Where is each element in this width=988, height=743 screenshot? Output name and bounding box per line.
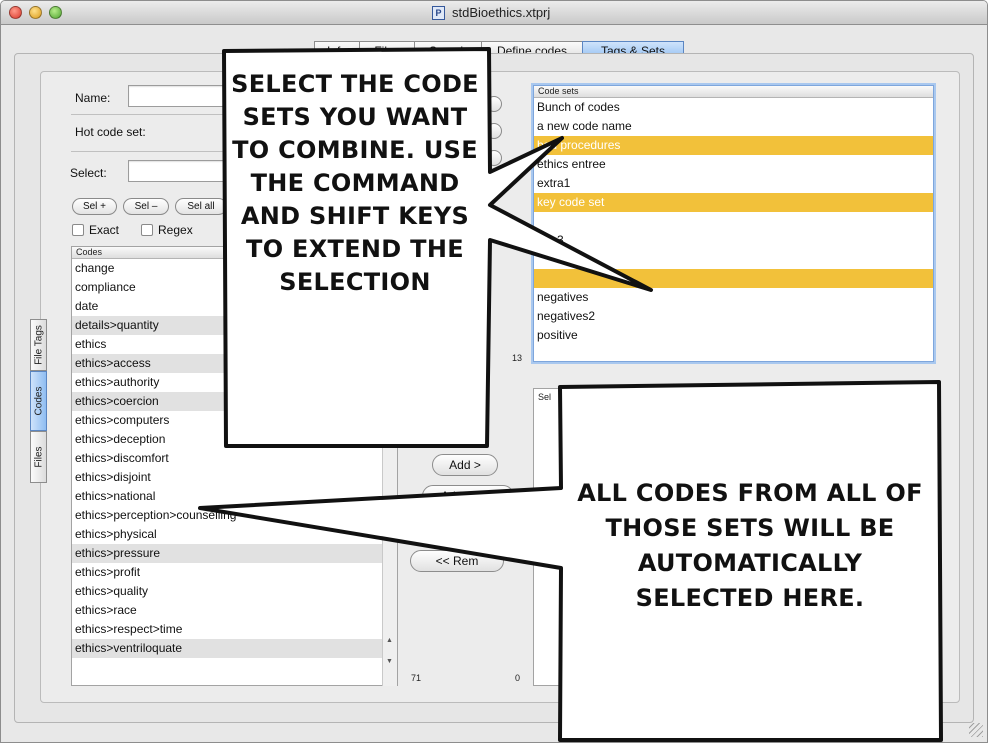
callout-bottom-text: All codes from all of those sets will be…: [577, 479, 923, 612]
callout-top-text: Select the code sets you want to combine…: [231, 70, 479, 296]
callout-overlay: [198, 47, 943, 742]
